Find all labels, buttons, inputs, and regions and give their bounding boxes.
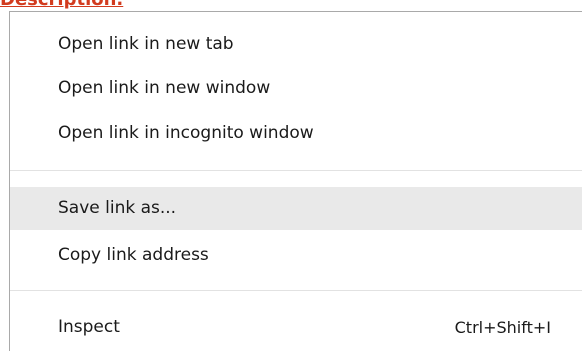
menu-item-label: Inspect bbox=[58, 317, 120, 337]
page: Description. Open link in new tab Open l… bbox=[0, 0, 582, 351]
menu-item-label: Open link in new tab bbox=[58, 34, 234, 54]
menu-item-label: Copy link address bbox=[58, 245, 209, 265]
menu-item-inspect[interactable]: Inspect Ctrl+Shift+I bbox=[10, 306, 582, 349]
menu-separator bbox=[10, 290, 582, 291]
menu-item-label: Save link as... bbox=[58, 198, 177, 218]
menu-separator bbox=[10, 170, 582, 171]
menu-item-open-new-tab[interactable]: Open link in new tab bbox=[10, 23, 582, 66]
menu-item-open-incognito-window[interactable]: Open link in incognito window bbox=[10, 112, 582, 155]
menu-item-copy-link-address[interactable]: Copy link address bbox=[10, 234, 582, 277]
menu-item-open-new-window[interactable]: Open link in new window bbox=[10, 67, 582, 110]
menu-item-save-link-as[interactable]: Save link as... bbox=[10, 187, 582, 230]
menu-item-shortcut: Ctrl+Shift+I bbox=[454, 318, 551, 337]
menu-item-label: Open link in incognito window bbox=[58, 123, 314, 143]
context-menu: Open link in new tab Open link in new wi… bbox=[9, 11, 582, 351]
menu-item-label: Open link in new window bbox=[58, 78, 271, 98]
page-link[interactable]: Description. bbox=[0, 0, 170, 11]
